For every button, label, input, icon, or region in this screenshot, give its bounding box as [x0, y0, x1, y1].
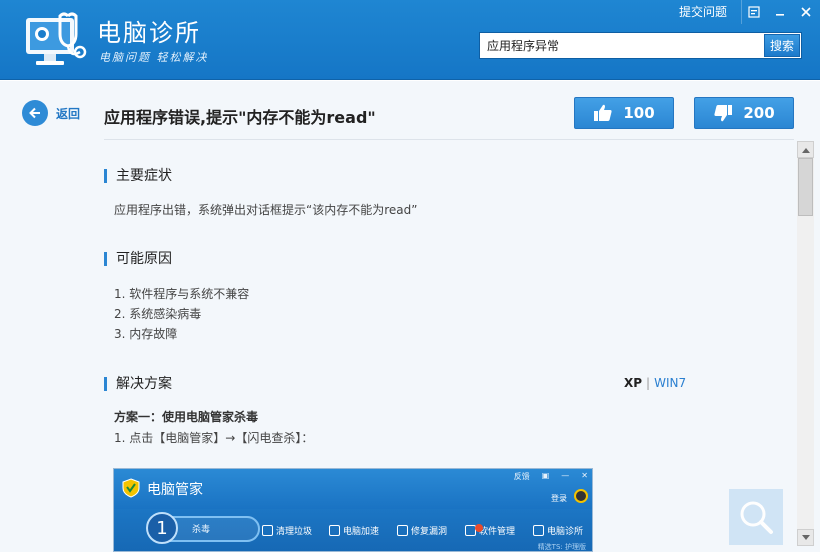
stethoscope-icon	[533, 524, 544, 536]
scroll-down-arrow-icon[interactable]	[797, 529, 814, 546]
page-title: 应用程序错误,提示"内存不能为read"	[104, 108, 376, 127]
step-one-text: 1. 点击【电脑管家】→【闪电查杀】：	[114, 431, 314, 445]
os-tag-win7[interactable]: WIN7	[654, 376, 686, 390]
search-input[interactable]	[480, 33, 764, 58]
tutorial-screenshot: 电脑管家 反馈 ▣ — ✕ 登录 1 杀毒 清理垃圾 电脑加速 修复漏洞 软件管…	[113, 468, 593, 552]
screenshot-titlebar: 电脑管家 反馈 ▣ — ✕ 登录	[114, 469, 592, 509]
submit-question-link[interactable]: 提交问题	[665, 0, 742, 24]
screenshot-kill-label: 杀毒	[192, 525, 211, 535]
screenshot-app-title: 电脑管家	[147, 482, 203, 498]
back-button[interactable]: 返回	[22, 100, 80, 126]
screenshot-tab-speedup: 电脑加速	[329, 519, 379, 541]
cause-item: 2. 系统感染病毒	[114, 307, 202, 321]
screenshot-nav-bar: 1 杀毒 清理垃圾 电脑加速 修复漏洞 软件管理 电脑诊所 精选TS: 护理版	[114, 509, 592, 551]
cause-item: 3. 内存故障	[114, 327, 178, 341]
screenshot-close-icon: ✕	[581, 471, 588, 480]
magnifier-icon	[740, 501, 773, 534]
dislike-button[interactable]: 200	[694, 97, 794, 129]
screenshot-tab-patch: 修复漏洞	[397, 519, 447, 541]
app-title: 电脑诊所	[97, 19, 201, 47]
dislike-count: 200	[743, 104, 775, 122]
like-button[interactable]: 100	[574, 97, 674, 129]
screenshot-status: 精选TS: 护理版	[537, 543, 586, 551]
wrench-icon	[397, 524, 408, 536]
screenshot-tab-clinic: 电脑诊所	[533, 519, 583, 541]
os-tag-separator: |	[646, 376, 651, 390]
back-label: 返回	[56, 106, 81, 121]
os-tag-xp[interactable]: XP	[624, 376, 642, 390]
floating-search-button[interactable]	[729, 489, 783, 545]
os-tags: XP | WIN7	[624, 376, 686, 390]
penguin-avatar-icon	[574, 489, 588, 503]
screenshot-tab-software: 软件管理	[465, 519, 515, 541]
screenshot-window-controls: 反馈 ▣ — ✕	[502, 471, 588, 482]
thumbs-down-icon	[714, 105, 733, 122]
window-top-bar: 提交问题	[665, 0, 820, 24]
broom-icon	[262, 524, 273, 536]
search-box: 搜索	[479, 32, 802, 59]
minimize-icon[interactable]	[768, 0, 792, 24]
symptoms-heading: 主要症状	[104, 169, 172, 183]
search-button[interactable]: 搜索	[764, 34, 800, 57]
scrollbar-thumb[interactable]	[798, 158, 813, 216]
notification-badge	[475, 523, 483, 532]
content-area: 返回 应用程序错误,提示"内存不能为read" 100 200 主要症状 应用程…	[0, 81, 820, 552]
screenshot-minimize-icon: —	[561, 471, 570, 480]
symptoms-text: 应用程序出错，系统弹出对话框提示“该内存不能为read”	[114, 203, 418, 217]
solution-heading: 解决方案	[104, 377, 172, 391]
method-one-title: 方案一：使用电脑管家杀毒	[114, 410, 259, 424]
step-number-badge: 1	[146, 512, 178, 544]
close-icon[interactable]	[794, 0, 818, 24]
app-slogan: 电脑问题 轻松解决	[99, 51, 209, 64]
apps-icon	[465, 523, 483, 536]
cause-item: 1. 软件程序与系统不兼容	[114, 287, 250, 301]
screenshot-login-label: 登录	[551, 494, 567, 503]
screenshot-feedback-label: 反馈	[513, 472, 530, 481]
vertical-scrollbar[interactable]	[797, 141, 814, 546]
back-arrow-icon	[22, 100, 48, 126]
shield-logo-icon	[122, 478, 140, 498]
app-header: 电脑诊所 电脑问题 轻松解决 提交问题 搜索	[0, 0, 820, 80]
thumbs-up-icon	[594, 104, 612, 121]
like-count: 100	[623, 104, 655, 122]
screenshot-tab-clean: 清理垃圾	[262, 519, 312, 541]
rocket-icon	[329, 524, 340, 536]
scroll-up-arrow-icon[interactable]	[797, 141, 814, 158]
causes-heading: 可能原因	[104, 252, 172, 266]
feedback-icon[interactable]	[742, 0, 766, 24]
article-body: 主要症状 应用程序出错，系统弹出对话框提示“该内存不能为read” 可能原因 1…	[104, 140, 794, 552]
screenshot-menu-icon: ▣	[541, 471, 550, 480]
stethoscope-monitor-logo-icon	[26, 12, 87, 65]
